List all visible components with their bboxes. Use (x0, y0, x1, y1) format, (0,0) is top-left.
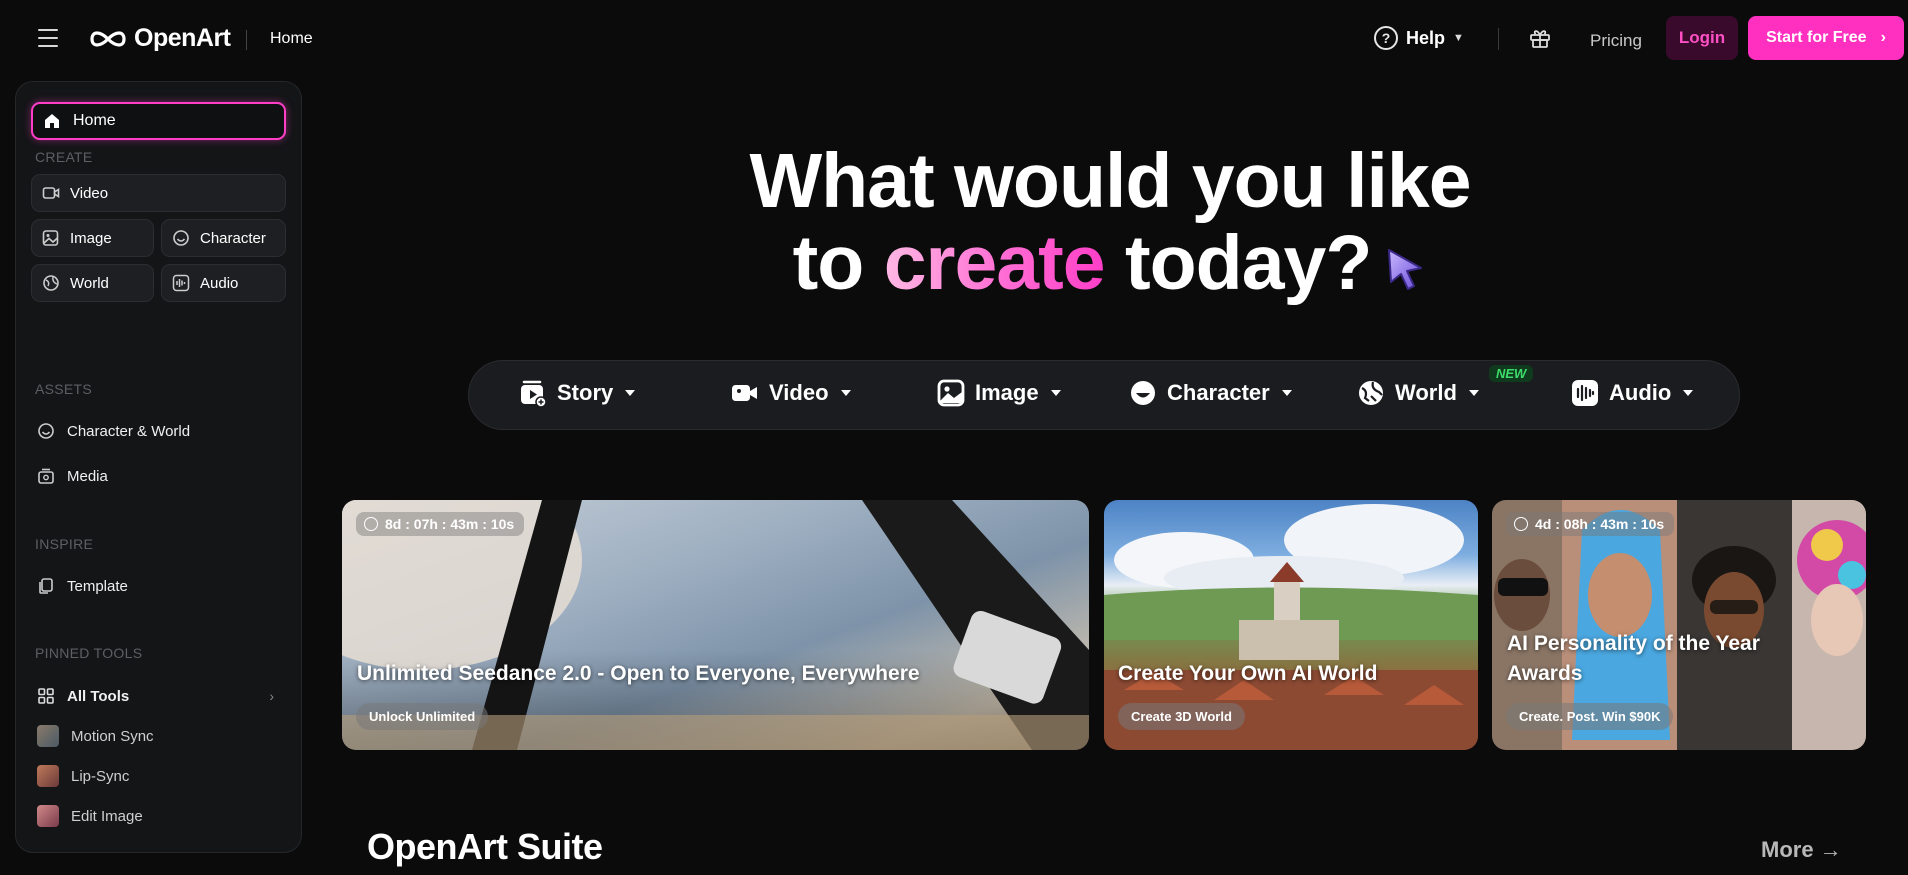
chevron-right-icon: › (269, 688, 274, 704)
hero-accent-word: create (883, 220, 1106, 306)
more-link[interactable]: More → (1761, 837, 1842, 863)
card-cta-pill[interactable]: Create. Post. Win $90K (1506, 703, 1674, 730)
home-icon (45, 114, 59, 128)
header-divider (246, 30, 247, 50)
sidebar-item-character-world[interactable]: Character & World (31, 413, 286, 449)
character-icon (1131, 381, 1155, 405)
card-title: Unlimited Seedance 2.0 - Open to Everyon… (357, 662, 920, 685)
caret-down-icon (1468, 390, 1479, 396)
sidebar-item-label: Template (67, 577, 128, 595)
tool-world[interactable]: World (1357, 379, 1479, 407)
top-header: OpenArt Home ? Help ▼ Pricing Login Star… (0, 0, 1908, 78)
sidebar-item-label: Lip-Sync (71, 767, 130, 785)
hero-suffix: today? (1104, 220, 1372, 306)
card-title-line-1: AI Personality of the Year (1507, 632, 1760, 655)
logo-mark-icon (90, 30, 126, 47)
promo-card-ai-personality[interactable]: 4d : 08h : 43m : 10s AI Personality of t… (1492, 500, 1866, 750)
story-icon (521, 380, 547, 407)
tool-story[interactable]: Story (519, 379, 636, 407)
help-menu[interactable]: ? Help ▼ (1374, 26, 1464, 50)
audio-icon (1572, 380, 1598, 406)
sidebar-item-motion-sync[interactable]: Motion Sync (31, 718, 286, 754)
header-divider-2 (1498, 28, 1499, 50)
sidebar-item-label: All Tools (67, 687, 130, 705)
sidebar-item-label: Home (73, 112, 116, 129)
promo-card-seedance[interactable]: 8d : 07h : 43m : 10s Unlimited Seedance … (342, 500, 1089, 750)
promo-card-ai-world[interactable]: Create Your Own AI World Create 3D World (1104, 500, 1478, 750)
logo-text: OpenArt (134, 24, 231, 52)
countdown-timer: 4d : 08h : 43m : 10s (1506, 512, 1675, 536)
tool-image[interactable]: Image (937, 379, 1061, 407)
video-icon (732, 385, 757, 401)
card-cta-pill[interactable]: Unlock Unlimited (356, 703, 489, 730)
tool-audio[interactable]: Audio (1571, 379, 1694, 407)
sidebar-item-edit-image[interactable]: Edit Image (31, 798, 286, 834)
section-title-openart-suite: OpenArt Suite (367, 826, 603, 867)
media-icon (38, 468, 54, 484)
character-icon (38, 423, 54, 439)
question-icon: ? (1374, 26, 1398, 50)
caret-down-icon (1281, 390, 1292, 396)
caret-down-icon (840, 390, 851, 396)
pricing-link[interactable]: Pricing (1590, 31, 1642, 51)
caret-down-icon (625, 390, 636, 396)
caret-down-icon (1683, 390, 1694, 396)
hero-title: What would you like to create today? (0, 140, 1908, 304)
section-label-assets: ASSETS (35, 381, 93, 397)
section-label-inspire: INSPIRE (35, 536, 94, 552)
new-badge: NEW (1489, 365, 1534, 382)
cursor-icon (1388, 248, 1423, 290)
login-button[interactable]: Login (1666, 16, 1738, 60)
sidebar-item-lip-sync[interactable]: Lip-Sync (31, 758, 286, 794)
tool-label: Story (557, 380, 614, 405)
motion-sync-thumbnail (37, 725, 59, 747)
sidebar-item-label: Edit Image (71, 807, 143, 825)
sidebar-item-label: Character & World (67, 422, 191, 440)
clock-icon (364, 517, 378, 531)
card-cta-pill[interactable]: Create 3D World (1118, 703, 1245, 730)
edit-image-thumbnail (37, 805, 59, 827)
tool-label: World (1395, 380, 1457, 405)
countdown-timer: 8d : 07h : 43m : 10s (356, 512, 525, 536)
menu-icon[interactable] (38, 29, 58, 47)
sidebar-item-home[interactable]: Home (31, 102, 286, 140)
countdown-text: 4d : 08h : 43m : 10s (1535, 516, 1665, 532)
create-tool-bar: Story Video Image Character World NEW Au… (468, 360, 1740, 430)
card-title-line-2: Awards (1507, 662, 1583, 685)
start-for-free-label: Start for Free (1766, 29, 1867, 46)
grid-icon (38, 688, 54, 704)
countdown-text: 8d : 07h : 43m : 10s (385, 516, 515, 532)
template-icon (39, 578, 53, 594)
globe-icon (1359, 381, 1383, 405)
image-icon (937, 379, 965, 407)
hero-prefix: to (792, 220, 884, 306)
tool-character[interactable]: Character (1129, 379, 1292, 407)
clock-icon (1514, 517, 1528, 531)
lip-sync-thumbnail (37, 765, 59, 787)
caret-down-icon (1050, 390, 1061, 396)
sidebar-item-label: Motion Sync (71, 727, 154, 745)
sidebar-item-all-tools[interactable]: All Tools › (31, 678, 286, 714)
chevron-right-icon: › (1880, 29, 1886, 46)
hero-line-2: to create today? (0, 222, 1908, 304)
breadcrumb: Home (270, 30, 313, 47)
sidebar-item-label: Media (67, 467, 108, 485)
chevron-down-icon: ▼ (1453, 32, 1464, 44)
tool-video[interactable]: Video (731, 379, 851, 407)
tool-label: Image (975, 380, 1039, 405)
tool-label: Character (1167, 380, 1270, 405)
gift-icon[interactable] (1528, 26, 1552, 50)
section-label-pinned-tools: PINNED TOOLS (35, 645, 143, 661)
sidebar-item-media[interactable]: Media (31, 458, 286, 494)
help-label: Help (1406, 27, 1446, 48)
tool-label: Video (769, 380, 829, 405)
tool-label: Audio (1609, 380, 1672, 405)
start-for-free-button[interactable]: Start for Free › (1748, 16, 1904, 60)
card-title: Create Your Own AI World (1118, 662, 1378, 685)
openart-logo[interactable]: OpenArt (88, 24, 231, 53)
sidebar-item-template[interactable]: Template (31, 568, 286, 604)
hero-line-1: What would you like (749, 138, 1471, 224)
